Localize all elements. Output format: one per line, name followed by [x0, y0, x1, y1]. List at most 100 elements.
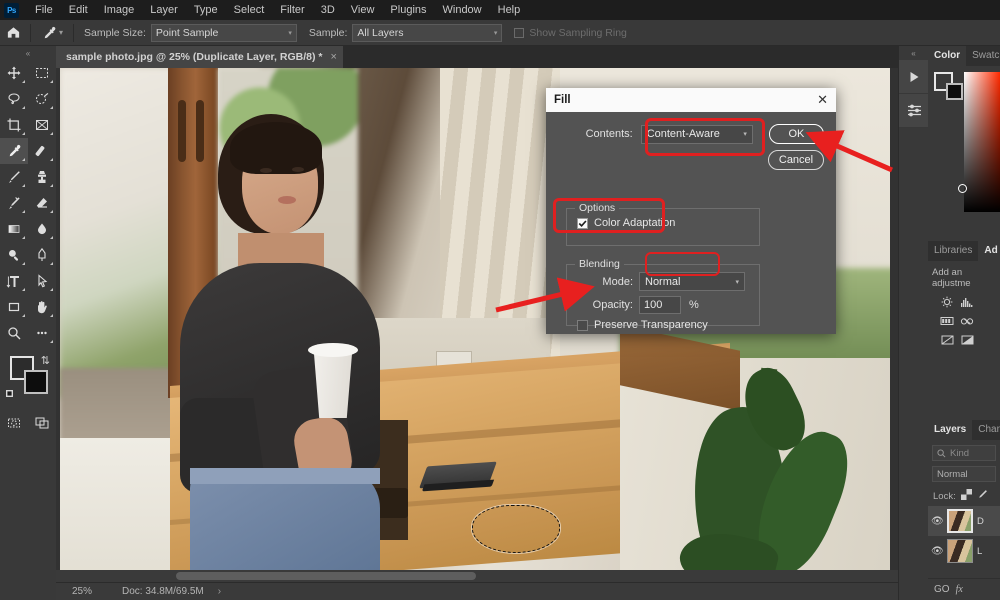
- layer-fx-icon[interactable]: fx: [956, 584, 963, 595]
- layer-name[interactable]: D: [977, 516, 984, 527]
- ok-button[interactable]: OK: [768, 124, 824, 144]
- tool-lasso[interactable]: [0, 86, 28, 112]
- hue-saturation-icon[interactable]: [978, 314, 996, 328]
- color-picker-ramp[interactable]: [964, 72, 1000, 212]
- tool-dodge[interactable]: [0, 242, 28, 268]
- tab-libraries[interactable]: Libraries: [928, 241, 979, 261]
- menu-edit[interactable]: Edit: [61, 2, 96, 18]
- menu-filter[interactable]: Filter: [272, 2, 312, 18]
- active-tool-preset[interactable]: ▾: [35, 25, 69, 41]
- tool-healing-brush[interactable]: [28, 138, 56, 164]
- lock-image-pixels-icon[interactable]: [977, 489, 988, 503]
- tool-eraser[interactable]: [28, 190, 56, 216]
- panel-background-swatch[interactable]: [946, 83, 963, 100]
- color-ramp-cursor[interactable]: [958, 184, 967, 193]
- lock-transparent-pixels-icon[interactable]: [960, 489, 972, 503]
- toolbar-mode-buttons: [0, 410, 56, 436]
- home-icon[interactable]: [0, 20, 26, 46]
- tool-type[interactable]: [0, 268, 28, 294]
- opacity-input[interactable]: 100: [639, 296, 681, 314]
- menu-select[interactable]: Select: [226, 2, 273, 18]
- preserve-transparency-checkbox[interactable]: Preserve Transparency: [577, 319, 749, 331]
- tool-hand[interactable]: [28, 294, 56, 320]
- cancel-button[interactable]: Cancel: [768, 150, 824, 170]
- layer-thumbnail-2[interactable]: [947, 539, 973, 563]
- table-row-2[interactable]: 👁 L: [928, 536, 1000, 566]
- reset-colors-icon[interactable]: [6, 386, 19, 404]
- layer-name-2[interactable]: L: [977, 546, 982, 557]
- tool-edit-toolbar[interactable]: [28, 320, 56, 346]
- panel-color-swatches[interactable]: [934, 72, 966, 102]
- menu-window[interactable]: Window: [435, 2, 490, 18]
- menu-type[interactable]: Type: [186, 2, 226, 18]
- layer-filter-input[interactable]: Kind: [932, 445, 996, 461]
- chevron-down-icon: ▾: [743, 131, 747, 138]
- link-layers-label[interactable]: GO: [934, 584, 950, 595]
- tool-history-brush[interactable]: [0, 190, 28, 216]
- sample-select[interactable]: All Layers ▾: [352, 23, 503, 42]
- horizontal-scrollbar[interactable]: [56, 570, 928, 582]
- menu-layer[interactable]: Layer: [142, 2, 186, 18]
- status-expand-icon[interactable]: ›: [218, 586, 221, 597]
- horizontal-scrollbar-thumb[interactable]: [176, 572, 476, 580]
- close-icon[interactable]: ×: [330, 51, 336, 63]
- tool-pen[interactable]: [28, 242, 56, 268]
- tool-crop[interactable]: [0, 112, 28, 138]
- document-tab[interactable]: sample photo.jpg @ 25% (Duplicate Layer,…: [56, 46, 344, 68]
- tab-swatches[interactable]: Swatch: [966, 46, 1000, 66]
- quick-mask-mode-icon[interactable]: [0, 410, 28, 436]
- fill-dialog[interactable]: Fill ✕ Contents: Content-Aware ▾ OK Canc…: [546, 88, 836, 334]
- menu-plugins[interactable]: Plugins: [382, 2, 434, 18]
- swap-colors-icon[interactable]: ⇅: [41, 354, 50, 367]
- tab-channels[interactable]: Chan: [972, 420, 1000, 440]
- tab-color[interactable]: Color: [928, 46, 967, 66]
- tool-brush[interactable]: [0, 164, 28, 190]
- marching-ants-selection[interactable]: [472, 505, 560, 553]
- vibrance-icon[interactable]: [958, 314, 976, 328]
- tool-move[interactable]: [0, 60, 28, 86]
- menu-image[interactable]: Image: [96, 2, 143, 18]
- photo-filter-icon[interactable]: [978, 333, 996, 347]
- layer-thumbnail[interactable]: [947, 509, 973, 533]
- toolbar-collapse-icon[interactable]: «: [0, 46, 56, 60]
- tool-shape[interactable]: [0, 294, 28, 320]
- color-balance-icon[interactable]: [938, 333, 956, 347]
- tool-blur[interactable]: [28, 216, 56, 242]
- blend-mode-select[interactable]: Normal ▾: [639, 272, 745, 291]
- zoom-level[interactable]: 25%: [56, 586, 108, 597]
- layer-visibility-icon-2[interactable]: 👁: [931, 546, 944, 557]
- layer-visibility-icon[interactable]: 👁: [931, 516, 944, 527]
- tab-adjustments[interactable]: Ad: [978, 241, 1000, 261]
- layer-blend-mode-select[interactable]: Normal: [932, 466, 996, 482]
- exposure-icon[interactable]: [938, 314, 956, 328]
- tool-frame[interactable]: [28, 112, 56, 138]
- curves-icon[interactable]: [978, 295, 996, 309]
- contents-select[interactable]: Content-Aware ▾: [640, 124, 753, 144]
- tool-gradient[interactable]: [0, 216, 28, 242]
- color-adaptation-checkbox[interactable]: Color Adaptation: [577, 217, 749, 229]
- tool-zoom[interactable]: [0, 320, 28, 346]
- menu-view[interactable]: View: [343, 2, 383, 18]
- tool-clone-stamp[interactable]: [28, 164, 56, 190]
- tool-object-selection[interactable]: [28, 86, 56, 112]
- menu-help[interactable]: Help: [490, 2, 529, 18]
- menu-3d[interactable]: 3D: [313, 2, 343, 18]
- tool-path-selection[interactable]: [28, 268, 56, 294]
- screen-mode-icon[interactable]: [28, 410, 56, 436]
- black-white-icon[interactable]: [958, 333, 976, 347]
- menu-file[interactable]: File: [27, 2, 61, 18]
- background-color-swatch[interactable]: [24, 370, 48, 394]
- show-sampling-ring-checkbox[interactable]: Show Sampling Ring: [514, 27, 627, 39]
- tool-flyout-indicator-8: [50, 158, 53, 161]
- rail-collapse-icon[interactable]: «: [899, 46, 928, 60]
- tool-rectangular-marquee[interactable]: [28, 60, 56, 86]
- sample-size-select[interactable]: Point Sample ▾: [150, 23, 297, 42]
- sliders-icon[interactable]: [899, 94, 929, 128]
- levels-icon[interactable]: [958, 295, 976, 309]
- play-icon[interactable]: [899, 60, 929, 94]
- table-row[interactable]: 👁 D: [928, 506, 1000, 536]
- close-icon[interactable]: ✕: [817, 92, 828, 108]
- tab-layers[interactable]: Layers: [928, 420, 973, 440]
- tool-eyedropper[interactable]: [0, 138, 28, 164]
- brightness-contrast-icon[interactable]: [938, 295, 956, 309]
